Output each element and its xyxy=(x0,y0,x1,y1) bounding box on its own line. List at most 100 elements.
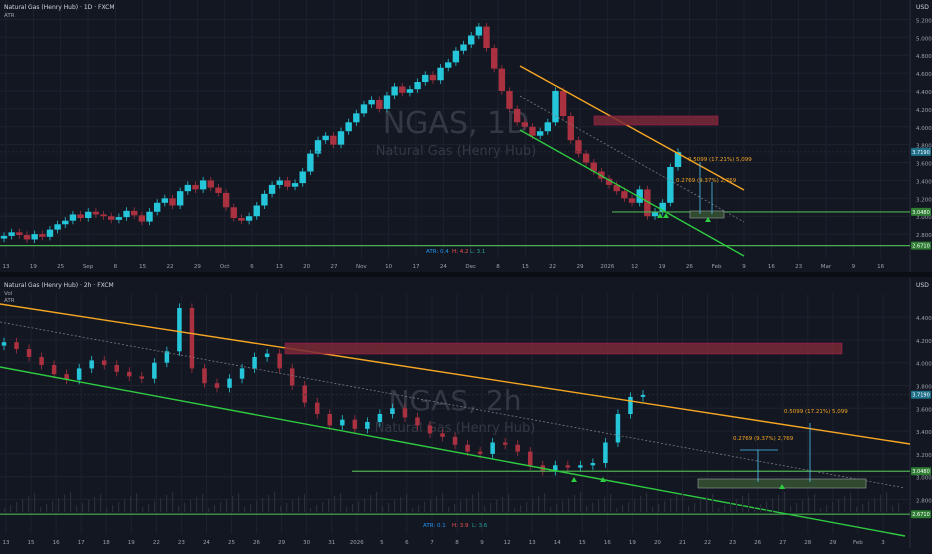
volume-bar xyxy=(214,505,216,512)
candle-body xyxy=(252,357,257,369)
x-tick-label: Feb xyxy=(712,264,722,270)
price-badge-label: 2.6710 xyxy=(912,512,930,518)
x-tick-label: 25 xyxy=(57,264,64,270)
volume-bar xyxy=(34,493,36,512)
volume-bar xyxy=(412,508,414,512)
x-tick-label: 15 xyxy=(579,540,586,546)
x-tick-label: 24 xyxy=(203,540,210,546)
volume-bar xyxy=(346,507,348,512)
chart-svg[interactable]: 5.200 5.000 4.800 4.600 4.400 4.200 4.000 3.800… xyxy=(0,0,932,550)
price-badge-label: 2.6710 xyxy=(912,244,930,250)
y-tick-label: 5.000 xyxy=(916,36,932,42)
volume-bar xyxy=(820,508,822,512)
candle-body xyxy=(427,425,433,434)
candle-body xyxy=(422,74,429,83)
currency-label: USD xyxy=(916,282,929,289)
volume-bar xyxy=(814,494,816,512)
candle-body xyxy=(552,90,559,123)
volume-bar xyxy=(280,506,282,512)
volume-bar xyxy=(418,505,420,512)
candle-body xyxy=(415,417,420,426)
candle-body xyxy=(429,74,437,81)
x-tick-label: 15 xyxy=(139,264,146,270)
y-tick-label: 4.200 xyxy=(916,108,932,114)
volume-bar xyxy=(130,496,132,512)
candle-body xyxy=(515,444,520,452)
candle-body xyxy=(69,214,77,221)
candle-body xyxy=(327,414,333,426)
x-tick-label: 29 xyxy=(829,540,836,546)
candle-body xyxy=(302,385,307,403)
volume-bar xyxy=(568,498,570,512)
volume-bar xyxy=(526,502,528,512)
volume-bar xyxy=(562,501,564,512)
candle-body xyxy=(513,108,521,123)
price-badge-label: 3.7190 xyxy=(912,150,930,156)
volume-bar xyxy=(736,499,738,512)
candle-body xyxy=(131,210,138,216)
candle-body xyxy=(475,26,483,36)
candle-body xyxy=(498,68,506,91)
volume-bar xyxy=(322,502,324,512)
candle-body xyxy=(477,451,483,454)
buy-arrow xyxy=(571,477,577,482)
candle-body xyxy=(490,48,498,69)
candle-body xyxy=(245,216,253,221)
volume-bar xyxy=(358,501,360,512)
volume-bar xyxy=(742,496,744,512)
candle-body xyxy=(391,86,398,96)
candle-body xyxy=(559,90,567,117)
candle-body xyxy=(39,357,44,365)
candle-body xyxy=(307,153,314,172)
candle-body xyxy=(114,364,120,372)
y-tick-label: 3.400 xyxy=(916,430,932,436)
y-tick-label: 2.800 xyxy=(916,499,932,505)
candle-body xyxy=(222,192,230,208)
volume-bar xyxy=(472,495,474,512)
volume-bar xyxy=(454,504,456,512)
volume-bar xyxy=(208,508,210,512)
x-tick-label: 26 xyxy=(754,540,761,546)
volume-bar xyxy=(310,508,312,512)
candle-body xyxy=(299,171,306,184)
volume-bar xyxy=(520,505,522,512)
candle-body xyxy=(123,210,130,218)
y-tick-label: 5.200 xyxy=(916,18,932,24)
candle-body xyxy=(490,442,495,454)
volume-bar xyxy=(352,504,354,512)
volume-bar xyxy=(232,496,234,512)
y-tick-label: 4.600 xyxy=(916,72,932,78)
x-tick-label: Feb xyxy=(853,540,863,546)
atr-value: ATR: 0.4 xyxy=(426,249,449,255)
volume-bar xyxy=(700,500,702,512)
x-tick-label: 8 xyxy=(114,264,118,270)
volume-bar xyxy=(778,495,780,512)
volume-bar xyxy=(688,506,690,512)
volume-bar xyxy=(466,498,468,512)
candle-body xyxy=(77,214,84,219)
candle-body xyxy=(621,191,628,199)
candle-body xyxy=(527,451,533,466)
candle-body xyxy=(615,414,621,443)
volume-bar xyxy=(238,493,240,512)
chart-area[interactable]: 5.200 5.000 4.800 4.600 4.400 4.200 4.000 3.800… xyxy=(0,0,932,550)
x-tick-label: 13 xyxy=(276,264,283,270)
x-tick-label: 23 xyxy=(178,540,185,546)
candle-body xyxy=(214,383,220,388)
candle-body xyxy=(92,211,100,215)
volume-bar xyxy=(670,498,672,512)
panel-divider xyxy=(0,272,932,277)
volume-bar xyxy=(622,505,624,512)
candle-body xyxy=(8,232,15,236)
candle-body xyxy=(264,353,270,357)
volume-bar xyxy=(868,501,870,512)
trendline-upper xyxy=(519,65,745,191)
candle-body xyxy=(108,216,115,220)
x-tick-label: 9 xyxy=(742,264,746,270)
candle-body xyxy=(628,396,633,414)
volume-bar xyxy=(808,497,810,512)
candle-body xyxy=(161,198,169,203)
volume-bar xyxy=(898,503,900,512)
y-tick-label: 3.800 xyxy=(916,385,932,391)
volume-bar xyxy=(880,495,882,512)
